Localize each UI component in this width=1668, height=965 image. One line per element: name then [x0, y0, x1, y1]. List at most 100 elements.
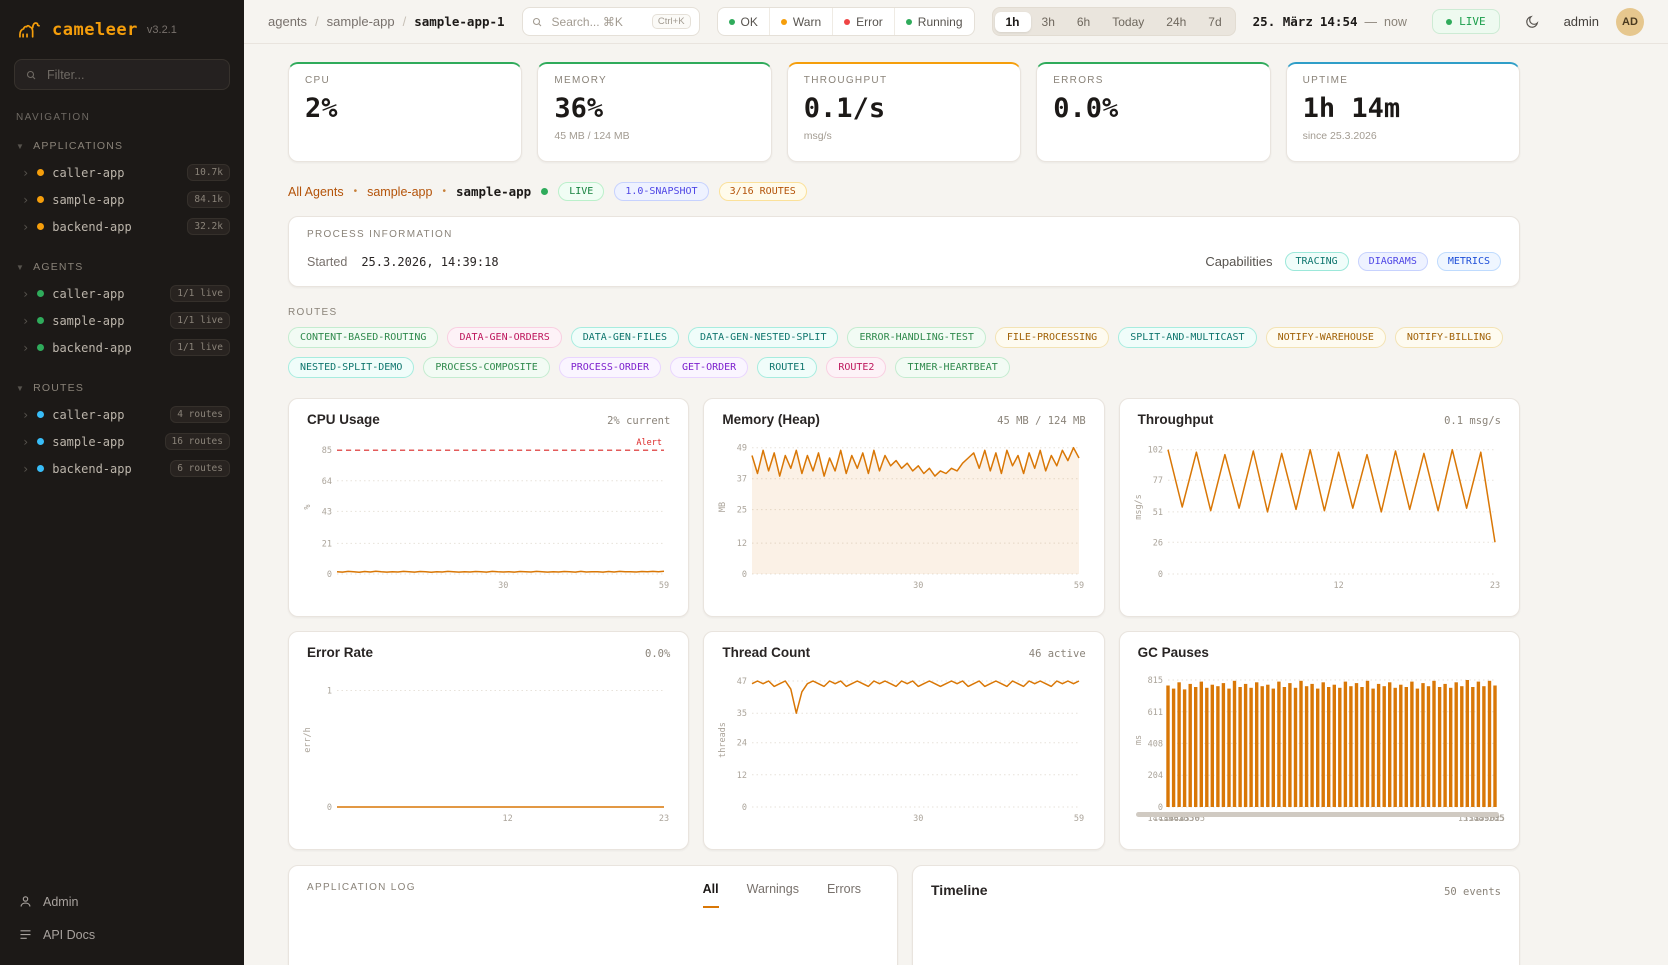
chevron-right-icon: ›	[22, 194, 29, 206]
avatar[interactable]: AD	[1616, 8, 1644, 36]
route-pill[interactable]: ERROR-HANDLING-TEST	[847, 327, 985, 348]
capability-diagrams[interactable]: DIAGRAMS	[1358, 252, 1428, 271]
api-docs-link[interactable]: API Docs	[8, 918, 236, 951]
route-pill[interactable]: DATA-GEN-ORDERS	[447, 327, 561, 348]
route-pill[interactable]: NESTED-SPLIT-DEMO	[288, 357, 414, 378]
search-input[interactable]	[550, 14, 645, 30]
route-pill[interactable]: NOTIFY-BILLING	[1395, 327, 1503, 348]
sidebar-item-routes-sample-app[interactable]: › sample-app 16 routes	[0, 428, 244, 455]
stat-label: UPTIME	[1303, 75, 1503, 86]
gc-pauses-chart: 0204408611815ms14:39:2014:40:3514:41:501…	[1134, 663, 1505, 825]
application-log-card: APPLICATION LOG All Warnings Errors	[288, 865, 898, 965]
time-range-1h[interactable]: 1h	[995, 12, 1031, 32]
amber-dot-icon	[781, 19, 787, 25]
route-pill[interactable]: PROCESS-COMPOSITE	[423, 357, 549, 378]
svg-text:12: 12	[737, 771, 747, 781]
capability-metrics[interactable]: METRICS	[1437, 252, 1501, 271]
svg-text:msg/s: msg/s	[1134, 494, 1144, 520]
time-label: 14:54	[1320, 14, 1358, 29]
time-range-6h[interactable]: 6h	[1066, 12, 1101, 32]
breadcrumb-agents[interactable]: agents	[268, 14, 307, 29]
sidebar-item-caller-app[interactable]: › caller-app 10.7k	[0, 159, 244, 186]
chevron-right-icon: ›	[22, 436, 29, 448]
route-pill[interactable]: ROUTE1	[757, 357, 817, 378]
error-rate-chart: 01err/h1223	[303, 663, 674, 825]
svg-text:30: 30	[914, 581, 924, 591]
svg-text:26: 26	[1152, 538, 1162, 548]
status-dot	[37, 196, 44, 203]
range-end: now	[1384, 15, 1407, 29]
filter-warn[interactable]: Warn	[769, 8, 832, 35]
capabilities-label: Capabilities	[1205, 254, 1272, 269]
sidebar-item-agent-sample-app[interactable]: › sample-app 1/1 live	[0, 307, 244, 334]
time-range-24h[interactable]: 24h	[1155, 12, 1197, 32]
link-all-agents[interactable]: All Agents	[288, 185, 344, 199]
sidebar-filter	[14, 59, 230, 90]
svg-text:408: 408	[1147, 739, 1162, 749]
live-status-badge[interactable]: LIVE	[1432, 9, 1500, 34]
route-pill[interactable]: TIMER-HEARTBEAT	[895, 357, 1009, 378]
route-pill[interactable]: PROCESS-ORDER	[559, 357, 661, 378]
stat-sub: since 25.3.2026	[1303, 130, 1503, 142]
separator-dot: •	[442, 186, 446, 197]
filter-input[interactable]	[45, 67, 219, 83]
sidebar-item-backend-app[interactable]: › backend-app 32.2k	[0, 213, 244, 240]
svg-text:30: 30	[498, 581, 508, 591]
section-header-routes[interactable]: ▼ ROUTES	[0, 379, 244, 401]
route-pill[interactable]: NOTIFY-WAREHOUSE	[1266, 327, 1386, 348]
search-icon	[25, 69, 37, 81]
filter-error[interactable]: Error	[832, 8, 894, 35]
section-header-applications[interactable]: ▼ APPLICATIONS	[0, 137, 244, 159]
sidebar-item-agent-caller-app[interactable]: › caller-app 1/1 live	[0, 280, 244, 307]
sidebar-item-agent-backend-app[interactable]: › backend-app 1/1 live	[0, 334, 244, 361]
svg-text:24: 24	[737, 739, 747, 749]
section-header-agents[interactable]: ▼ AGENTS	[0, 258, 244, 280]
time-range-today[interactable]: Today	[1101, 12, 1155, 32]
section-label: APPLICATIONS	[33, 140, 123, 152]
time-range-7d[interactable]: 7d	[1197, 12, 1232, 32]
dark-mode-toggle[interactable]	[1517, 7, 1547, 37]
stat-label: THROUGHPUT	[804, 75, 1004, 86]
route-pill[interactable]: DATA-GEN-FILES	[571, 327, 679, 348]
application-log-title: APPLICATION LOG	[307, 882, 416, 893]
gc-pauses-chart-card: GC Pauses 0204408611815ms14:39:2014:40:3…	[1119, 631, 1520, 850]
admin-link[interactable]: Admin	[8, 885, 236, 918]
sidebar-item-sample-app[interactable]: › sample-app 84.1k	[0, 186, 244, 213]
svg-text:59: 59	[659, 581, 669, 591]
global-search[interactable]: Ctrl+K	[522, 7, 700, 36]
item-count-badge: 84.1k	[187, 191, 230, 208]
capability-tracing[interactable]: TRACING	[1285, 252, 1349, 271]
route-pill[interactable]: SPLIT-AND-MULTICAST	[1118, 327, 1256, 348]
route-pill[interactable]: GET-ORDER	[670, 357, 748, 378]
route-pill[interactable]: ROUTE2	[826, 357, 886, 378]
filter-ok[interactable]: OK	[718, 8, 769, 35]
main-content[interactable]: CPU 2% MEMORY 36% 45 MB / 124 MB THROUGH…	[244, 44, 1668, 965]
app-logo[interactable]: cameleer v3.2.1	[0, 14, 244, 59]
tab-errors[interactable]: Errors	[827, 882, 861, 908]
green-dot-icon	[729, 19, 735, 25]
date-label: 25. März	[1253, 14, 1313, 29]
chart-current-value: 2% current	[607, 415, 670, 427]
item-label: caller-app	[52, 166, 124, 180]
section-label: ROUTES	[33, 382, 84, 394]
svg-text:23: 23	[659, 814, 669, 824]
time-window-display[interactable]: 25. März 14:54 — now	[1253, 14, 1407, 29]
stat-value: 2%	[305, 95, 505, 123]
tab-all[interactable]: All	[703, 882, 719, 908]
link-sample-app[interactable]: sample-app	[367, 185, 432, 199]
sidebar-item-routes-backend-app[interactable]: › backend-app 6 routes	[0, 455, 244, 482]
time-range-3h[interactable]: 3h	[1031, 12, 1066, 32]
svg-text:49: 49	[737, 444, 747, 454]
svg-text:%: %	[303, 504, 313, 509]
sidebar-item-routes-caller-app[interactable]: › caller-app 4 routes	[0, 401, 244, 428]
svg-text:12: 12	[1333, 581, 1343, 591]
route-pill[interactable]: DATA-GEN-NESTED-SPLIT	[688, 327, 838, 348]
sidebar-section-applications: ▼ APPLICATIONS › caller-app 10.7k › samp…	[0, 137, 244, 240]
tab-warnings[interactable]: Warnings	[747, 882, 799, 908]
route-pill[interactable]: CONTENT-BASED-ROUTING	[288, 327, 438, 348]
stat-card-errors: ERRORS 0.0%	[1036, 62, 1270, 162]
thread-count-chart: 012243547threads3059	[718, 663, 1089, 825]
filter-running[interactable]: Running	[894, 8, 974, 35]
route-pill[interactable]: FILE-PROCESSING	[995, 327, 1109, 348]
breadcrumb-sample-app[interactable]: sample-app	[327, 14, 395, 29]
